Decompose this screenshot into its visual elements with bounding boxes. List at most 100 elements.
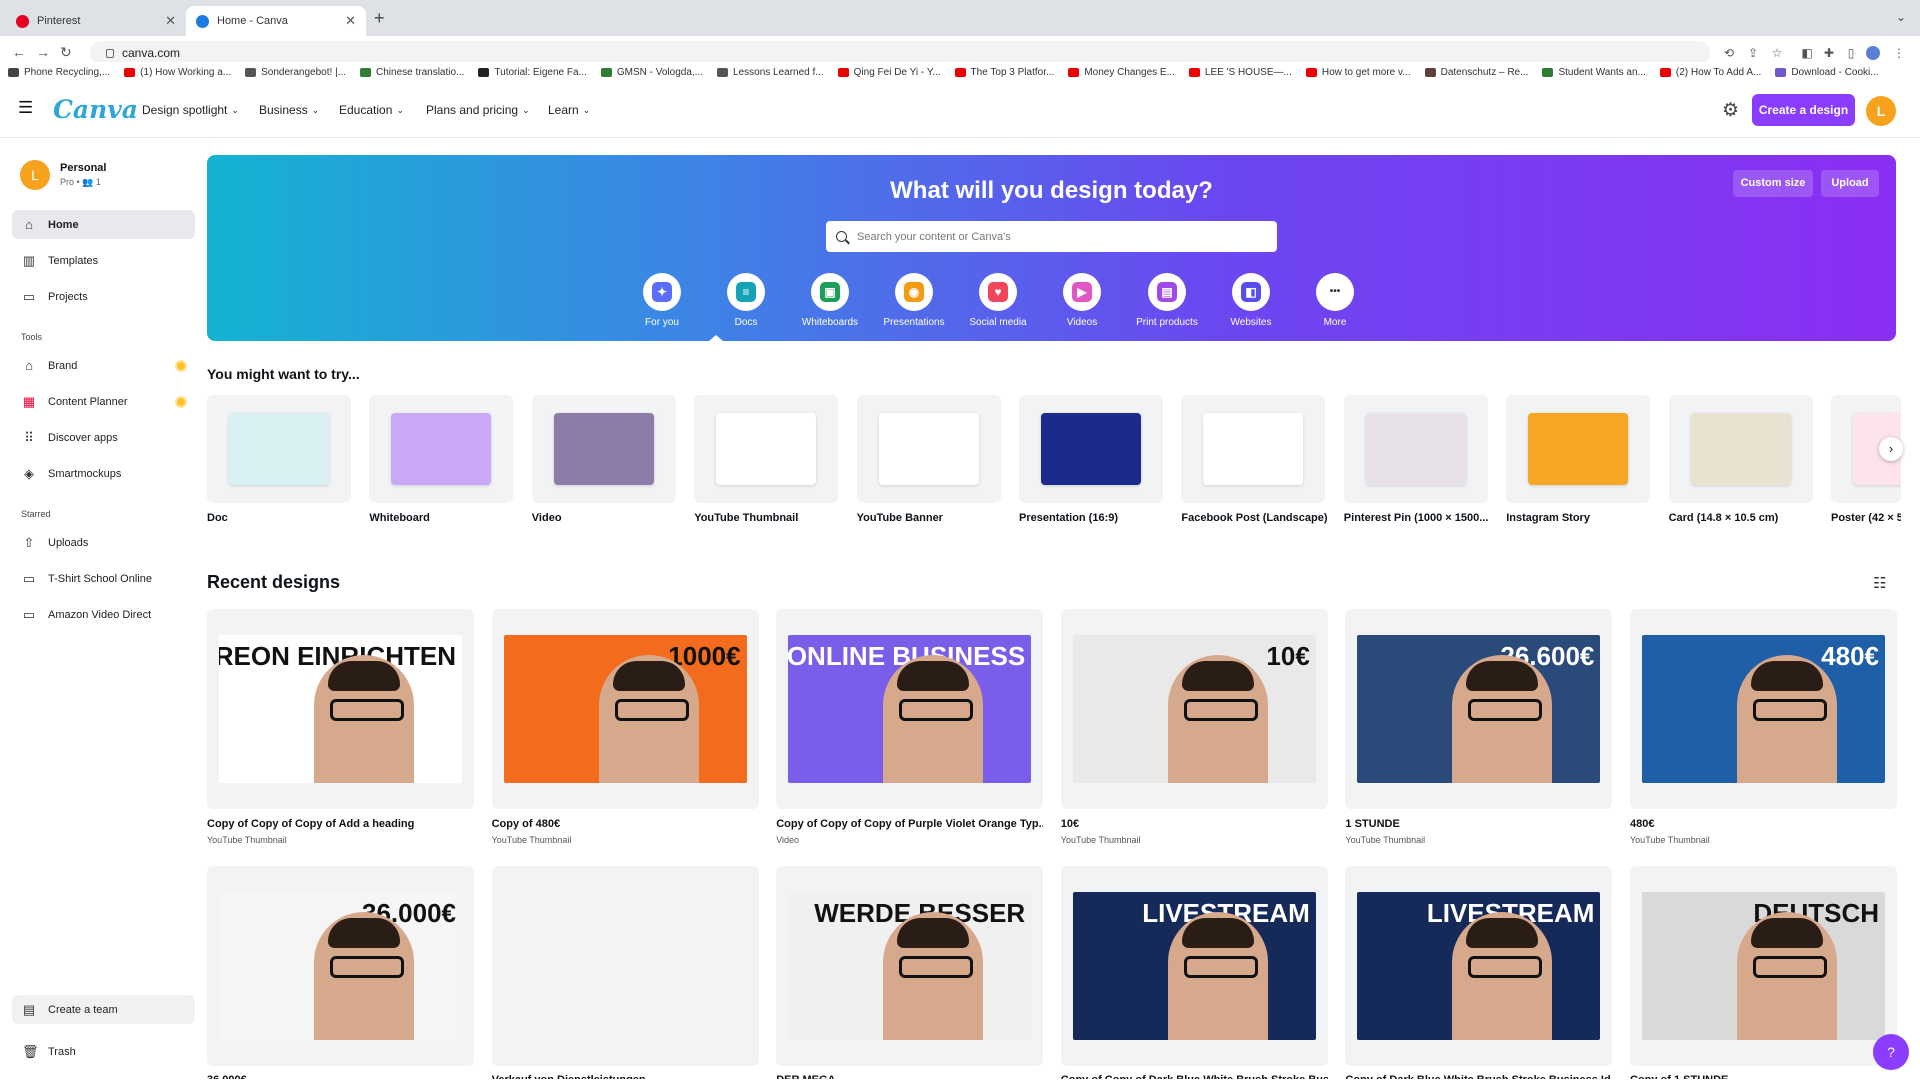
- try-card-label[interactable]: Facebook Post (Landscape): [1181, 512, 1329, 524]
- avatar[interactable]: L: [1866, 96, 1896, 126]
- sidebar-item-trash[interactable]: 🗑 Trash: [12, 1037, 195, 1066]
- recent-design-card[interactable]: 10€: [1060, 609, 1328, 809]
- sidepanel-icon[interactable]: ▯: [1844, 46, 1858, 60]
- gear-icon[interactable]: ⚙: [1722, 99, 1739, 122]
- bookmark-item[interactable]: GMSN - Vologda,...: [600, 67, 703, 78]
- scroll-right-arrow-icon[interactable]: ›: [1879, 437, 1903, 461]
- bookmark-item[interactable]: (1) How Working a...: [124, 67, 231, 78]
- sidebar-item-brand[interactable]: ⌂ Brand: [12, 351, 195, 380]
- design-name[interactable]: Verkauf von Dienstleistungen: [492, 1074, 759, 1079]
- close-tab-icon[interactable]: ✕: [165, 13, 176, 29]
- share-icon[interactable]: ⇪: [1746, 46, 1760, 60]
- bookmark-item[interactable]: The Top 3 Platfor...: [954, 67, 1054, 78]
- recent-design-card[interactable]: PATREON EINRICHTEN: [207, 609, 474, 809]
- bookmark-star-icon[interactable]: ☆: [1770, 46, 1784, 60]
- custom-size-button[interactable]: Custom size: [1733, 170, 1813, 197]
- recent-design-card[interactable]: [491, 866, 759, 1066]
- close-tab-icon[interactable]: ✕: [345, 13, 356, 29]
- recent-design-card[interactable]: 36.000€: [207, 866, 474, 1066]
- design-name[interactable]: Copy of 1 STUNDE: [1630, 1074, 1897, 1079]
- reload-icon[interactable]: ↻: [60, 44, 72, 61]
- sidebar-item-home[interactable]: ⌂ Home: [12, 210, 195, 239]
- try-card-label[interactable]: Doc: [207, 512, 355, 524]
- category-print-products[interactable]: ▤ Print products: [1127, 273, 1207, 328]
- extension-icon[interactable]: ◧: [1800, 46, 1814, 60]
- nav-business[interactable]: Business ⌄: [259, 103, 319, 117]
- back-icon[interactable]: ←: [12, 44, 26, 60]
- category-websites[interactable]: ◧ Websites: [1211, 273, 1291, 328]
- bookmark-item[interactable]: Qing Fei De Yi - Y...: [837, 67, 941, 78]
- design-name[interactable]: DER MEGA: [776, 1074, 1043, 1079]
- try-card-label[interactable]: Card (14.8 × 10.5 cm): [1669, 512, 1817, 524]
- design-name[interactable]: Copy of Copy of Copy of Purple Violet Or…: [776, 818, 1043, 830]
- nav-education[interactable]: Education ⌄: [339, 103, 404, 117]
- recent-design-card[interactable]: DEUTSCH: [1630, 866, 1897, 1066]
- new-tab-icon[interactable]: +: [374, 8, 385, 29]
- try-card-label[interactable]: Instagram Story: [1506, 512, 1654, 524]
- category-for-you[interactable]: ✦ For you: [622, 273, 702, 328]
- try-card-label[interactable]: Presentation (16:9): [1019, 512, 1167, 524]
- sidebar-item-tshirt-school[interactable]: ▭ T-Shirt School Online: [12, 564, 195, 593]
- try-card[interactable]: [1506, 395, 1651, 503]
- create-design-button[interactable]: Create a design: [1752, 94, 1855, 126]
- bookmark-item[interactable]: Lessons Learned f...: [717, 67, 824, 78]
- sidebar-item-smartmockups[interactable]: ◈ Smartmockups: [12, 459, 195, 488]
- help-button[interactable]: ?: [1873, 1034, 1909, 1070]
- recent-design-card[interactable]: LIVESTREAM: [1060, 866, 1328, 1066]
- bookmark-item[interactable]: Tutorial: Eigene Fa...: [478, 67, 587, 78]
- bookmark-item[interactable]: Download - Cooki...: [1775, 67, 1879, 78]
- sidebar-item-discover-apps[interactable]: ⠿ Discover apps: [12, 423, 195, 452]
- design-name[interactable]: Copy of Copy of Dark Blue White Brush St…: [1061, 1074, 1328, 1079]
- try-card[interactable]: [1343, 395, 1488, 503]
- create-team-button[interactable]: ▤ Create a team: [12, 995, 195, 1024]
- design-name[interactable]: 36.000€: [207, 1074, 474, 1079]
- try-card[interactable]: [1019, 395, 1163, 503]
- try-card-label[interactable]: Poster (42 × 5: [1831, 512, 1901, 524]
- bookmark-item[interactable]: Sonderangebot! |...: [245, 67, 346, 78]
- sidebar-item-projects[interactable]: ▭ Projects: [12, 282, 195, 311]
- bookmark-item[interactable]: LEE 'S HOUSE—...: [1188, 67, 1292, 78]
- category-whiteboards[interactable]: ▣ Whiteboards: [790, 273, 870, 328]
- recent-design-card[interactable]: LIVESTREAM: [1345, 866, 1613, 1066]
- recent-design-card[interactable]: WERDE BESSER: [776, 866, 1044, 1066]
- search-input[interactable]: Search your content or Canva's: [826, 221, 1277, 252]
- nav-learn[interactable]: Learn ⌄: [548, 103, 590, 117]
- menu-dots-icon[interactable]: ⋮: [1892, 46, 1906, 60]
- category-videos[interactable]: ▶ Videos: [1042, 273, 1122, 328]
- category-more[interactable]: ••• More: [1295, 273, 1375, 328]
- recent-design-card[interactable]: ONLINE BUSINESS: [776, 609, 1044, 809]
- browser-tab-canva[interactable]: Home - Canva ✕: [186, 6, 366, 36]
- list-view-icon[interactable]: ☷: [1873, 574, 1886, 592]
- browser-tab-pinterest[interactable]: Pinterest ✕: [6, 6, 186, 36]
- try-card[interactable]: [369, 395, 514, 503]
- bookmark-item[interactable]: Phone Recycling,...: [8, 67, 110, 78]
- design-name[interactable]: 10€: [1061, 818, 1328, 830]
- bookmark-item[interactable]: Student Wants an...: [1542, 67, 1646, 78]
- bookmark-item[interactable]: (2) How To Add A...: [1659, 67, 1761, 78]
- recent-design-card[interactable]: 26.600€: [1345, 609, 1613, 809]
- nav-design-spotlight[interactable]: Design spotlight ⌄: [142, 103, 239, 117]
- bookmark-item[interactable]: Money Changes E...: [1068, 67, 1175, 78]
- try-card-label[interactable]: YouTube Thumbnail: [694, 512, 842, 524]
- forward-icon[interactable]: →: [36, 44, 50, 60]
- design-name[interactable]: Copy of 480€: [492, 818, 759, 830]
- design-name[interactable]: Copy of Dark Blue White Brush Stroke Bus…: [1345, 1074, 1612, 1079]
- category-social-media[interactable]: ♥ Social media: [958, 273, 1038, 328]
- sidebar-item-templates[interactable]: ▥ Templates: [12, 246, 195, 275]
- design-name[interactable]: Copy of Copy of Copy of Add a heading: [207, 818, 474, 830]
- canva-logo[interactable]: Canva: [53, 95, 138, 124]
- bookmark-item[interactable]: Chinese translatio...: [360, 67, 464, 78]
- category-docs[interactable]: ≡ Docs: [706, 273, 786, 328]
- puzzle-icon[interactable]: ✚: [1822, 46, 1836, 60]
- try-card-label[interactable]: Pinterest Pin (1000 × 1500...: [1344, 512, 1492, 524]
- recent-design-card[interactable]: 1000€: [491, 609, 759, 809]
- profile-icon[interactable]: [1866, 46, 1880, 60]
- try-card[interactable]: [1668, 395, 1813, 503]
- sidebar-item-amazon-video[interactable]: ▭ Amazon Video Direct: [12, 600, 195, 629]
- bookmark-item[interactable]: How to get more v...: [1305, 67, 1411, 78]
- upload-button[interactable]: Upload: [1821, 170, 1879, 197]
- category-presentations[interactable]: ◉ Presentations: [874, 273, 954, 328]
- try-card[interactable]: [694, 395, 839, 503]
- nav-plans-pricing[interactable]: Plans and pricing ⌄: [426, 103, 530, 117]
- try-card-label[interactable]: YouTube Banner: [857, 512, 1005, 524]
